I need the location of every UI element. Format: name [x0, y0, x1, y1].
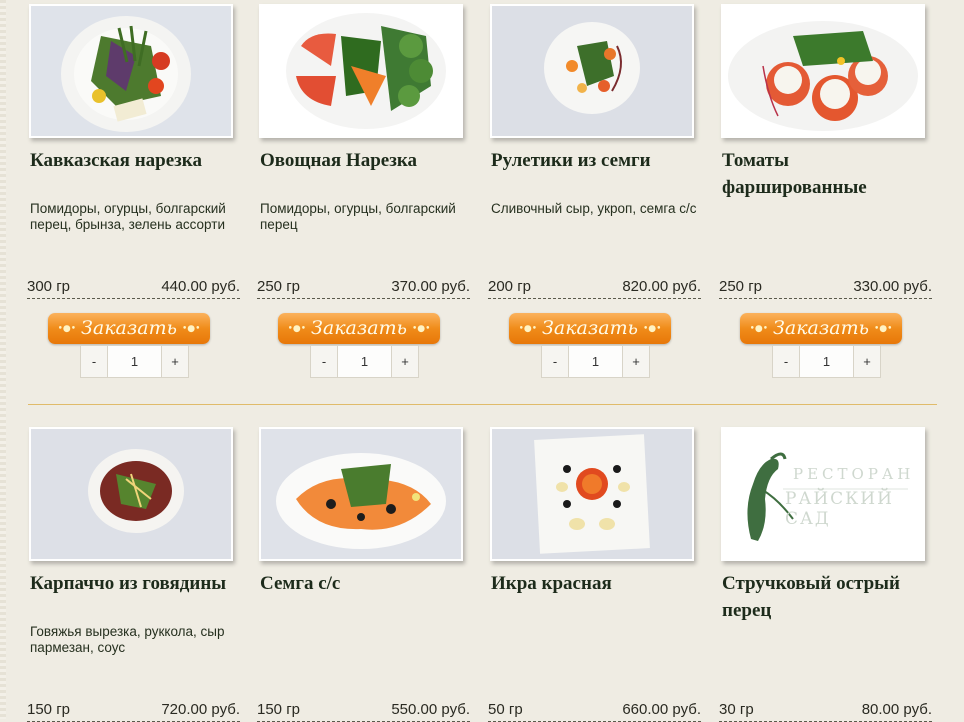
increment-button[interactable]: +: [392, 346, 418, 377]
product-title[interactable]: Семга с/с: [260, 570, 470, 597]
product-photo[interactable]: [259, 4, 463, 138]
product-card: Овощная Нарезка Помидоры, огурцы, болгар…: [257, 4, 471, 378]
product-price: 550.00 руб.: [391, 701, 470, 718]
product-weight: 300 гр: [27, 278, 71, 295]
product-weight: 250 гр: [719, 278, 763, 295]
product-description: Говяжья вырезка, руккола, сыр пармезан, …: [30, 624, 225, 655]
product-title[interactable]: Карпаччо из говядины: [30, 570, 240, 597]
product-photo[interactable]: РЕСТОРАН РАЙСКИЙ САД: [721, 427, 925, 561]
order-button[interactable]: •●• Заказать •●•: [509, 313, 671, 344]
increment-button[interactable]: +: [854, 346, 880, 377]
quantity-stepper: - 1 +: [772, 345, 881, 378]
product-description: Помидоры, огурцы, болгарский перец, брын…: [30, 201, 226, 232]
increment-button[interactable]: +: [162, 346, 188, 377]
product-card: Семга с/с 150 гр 550.00 руб.: [257, 427, 471, 722]
decrement-button[interactable]: -: [773, 346, 799, 377]
product-photo[interactable]: [29, 4, 233, 138]
restaurant-logo-line1: РЕСТОРАН: [793, 465, 915, 483]
product-weight: 200 гр: [488, 278, 532, 295]
product-photo[interactable]: [490, 4, 694, 138]
product-photo[interactable]: [29, 427, 233, 561]
product-weight: 30 гр: [719, 701, 754, 718]
order-button[interactable]: •●• Заказать •●•: [48, 313, 210, 344]
product-price: 820.00 руб.: [622, 278, 701, 295]
decrement-button[interactable]: -: [311, 346, 337, 377]
product-title[interactable]: Кавказская нарезка: [30, 147, 240, 174]
order-button[interactable]: •●• Заказать •●•: [740, 313, 902, 344]
product-weight: 50 гр: [488, 701, 523, 718]
product-card: Икра красная 50 гр 660.00 руб.: [488, 427, 702, 722]
product-card: Рулетики из семги Сливочный сыр, укроп, …: [488, 4, 702, 378]
order-button-label: Заказать: [773, 317, 869, 339]
product-card: Карпаччо из говядины Говяжья вырезка, ру…: [27, 427, 241, 722]
product-meta: 250 гр 330.00 руб.: [719, 276, 932, 299]
product-photo[interactable]: [721, 4, 925, 138]
product-card: Томаты фаршированные 250 гр 330.00 руб. …: [719, 4, 933, 378]
increment-button[interactable]: +: [623, 346, 649, 377]
product-weight: 150 гр: [27, 701, 71, 718]
quantity-value[interactable]: 1: [107, 346, 162, 377]
product-title[interactable]: Икра красная: [491, 570, 701, 597]
restaurant-logo-line2: РАЙСКИЙ САД: [785, 489, 894, 529]
quantity-stepper: - 1 +: [541, 345, 650, 378]
quantity-value[interactable]: 1: [568, 346, 623, 377]
product-photo[interactable]: [490, 427, 694, 561]
product-title[interactable]: Томаты фаршированные: [722, 147, 932, 201]
product-meta: 200 гр 820.00 руб.: [488, 276, 701, 299]
quantity-stepper: - 1 +: [310, 345, 419, 378]
product-price: 330.00 руб.: [853, 278, 932, 295]
product-card: РЕСТОРАН РАЙСКИЙ САД Стручковый острый п…: [719, 427, 933, 722]
product-price: 660.00 руб.: [622, 701, 701, 718]
decrement-button[interactable]: -: [81, 346, 107, 377]
product-title[interactable]: Стручковый острый перец: [722, 570, 932, 624]
product-weight: 150 гр: [257, 701, 301, 718]
page-edge: [0, 0, 6, 719]
product-photo[interactable]: [259, 427, 463, 561]
product-weight: 250 гр: [257, 278, 301, 295]
product-price: 440.00 руб.: [161, 278, 240, 295]
product-description: Помидоры, огурцы, болгарский перец: [260, 201, 456, 232]
product-meta: 250 гр 370.00 руб.: [257, 276, 470, 299]
product-price: 80.00 руб.: [861, 701, 932, 718]
quantity-stepper: - 1 +: [80, 345, 189, 378]
decrement-button[interactable]: -: [542, 346, 568, 377]
product-card: Кавказская нарезка Помидоры, огурцы, бол…: [27, 4, 241, 378]
order-button-label: Заказать: [81, 317, 177, 339]
quantity-value[interactable]: 1: [799, 346, 854, 377]
row-divider: [28, 404, 937, 405]
product-meta: 300 гр 440.00 руб.: [27, 276, 240, 299]
quantity-value[interactable]: 1: [337, 346, 392, 377]
order-button-label: Заказать: [311, 317, 407, 339]
order-button[interactable]: •●• Заказать •●•: [278, 313, 440, 344]
product-title[interactable]: Рулетики из семги: [491, 147, 701, 174]
product-description: Сливочный сыр, укроп, семга с/с: [491, 201, 697, 216]
product-price: 720.00 руб.: [161, 701, 240, 718]
product-title[interactable]: Овощная Нарезка: [260, 147, 470, 174]
order-button-label: Заказать: [542, 317, 638, 339]
product-price: 370.00 руб.: [391, 278, 470, 295]
